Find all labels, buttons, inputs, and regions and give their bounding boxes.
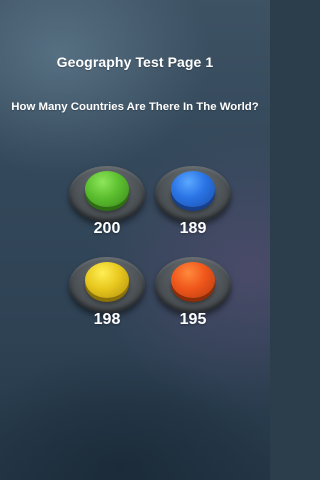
green-button[interactable]: [85, 171, 129, 207]
answer-label-4: 195: [179, 311, 207, 328]
answer-option-3[interactable]: 198: [64, 257, 150, 347]
answer-option-1[interactable]: 200: [64, 166, 150, 256]
answer-label-2: 189: [179, 220, 207, 237]
yellow-button[interactable]: [85, 262, 129, 298]
answer-option-4[interactable]: 195: [150, 257, 236, 347]
orange-button[interactable]: [171, 262, 215, 298]
page-title: Geography Test Page 1: [56, 54, 214, 70]
answer-label-1: 200: [93, 220, 121, 237]
answer-label-3: 198: [93, 311, 121, 328]
blue-button[interactable]: [171, 171, 215, 207]
answer-option-2[interactable]: 189: [150, 166, 236, 256]
question-text: How Many Countries Are There In The Worl…: [11, 101, 259, 113]
